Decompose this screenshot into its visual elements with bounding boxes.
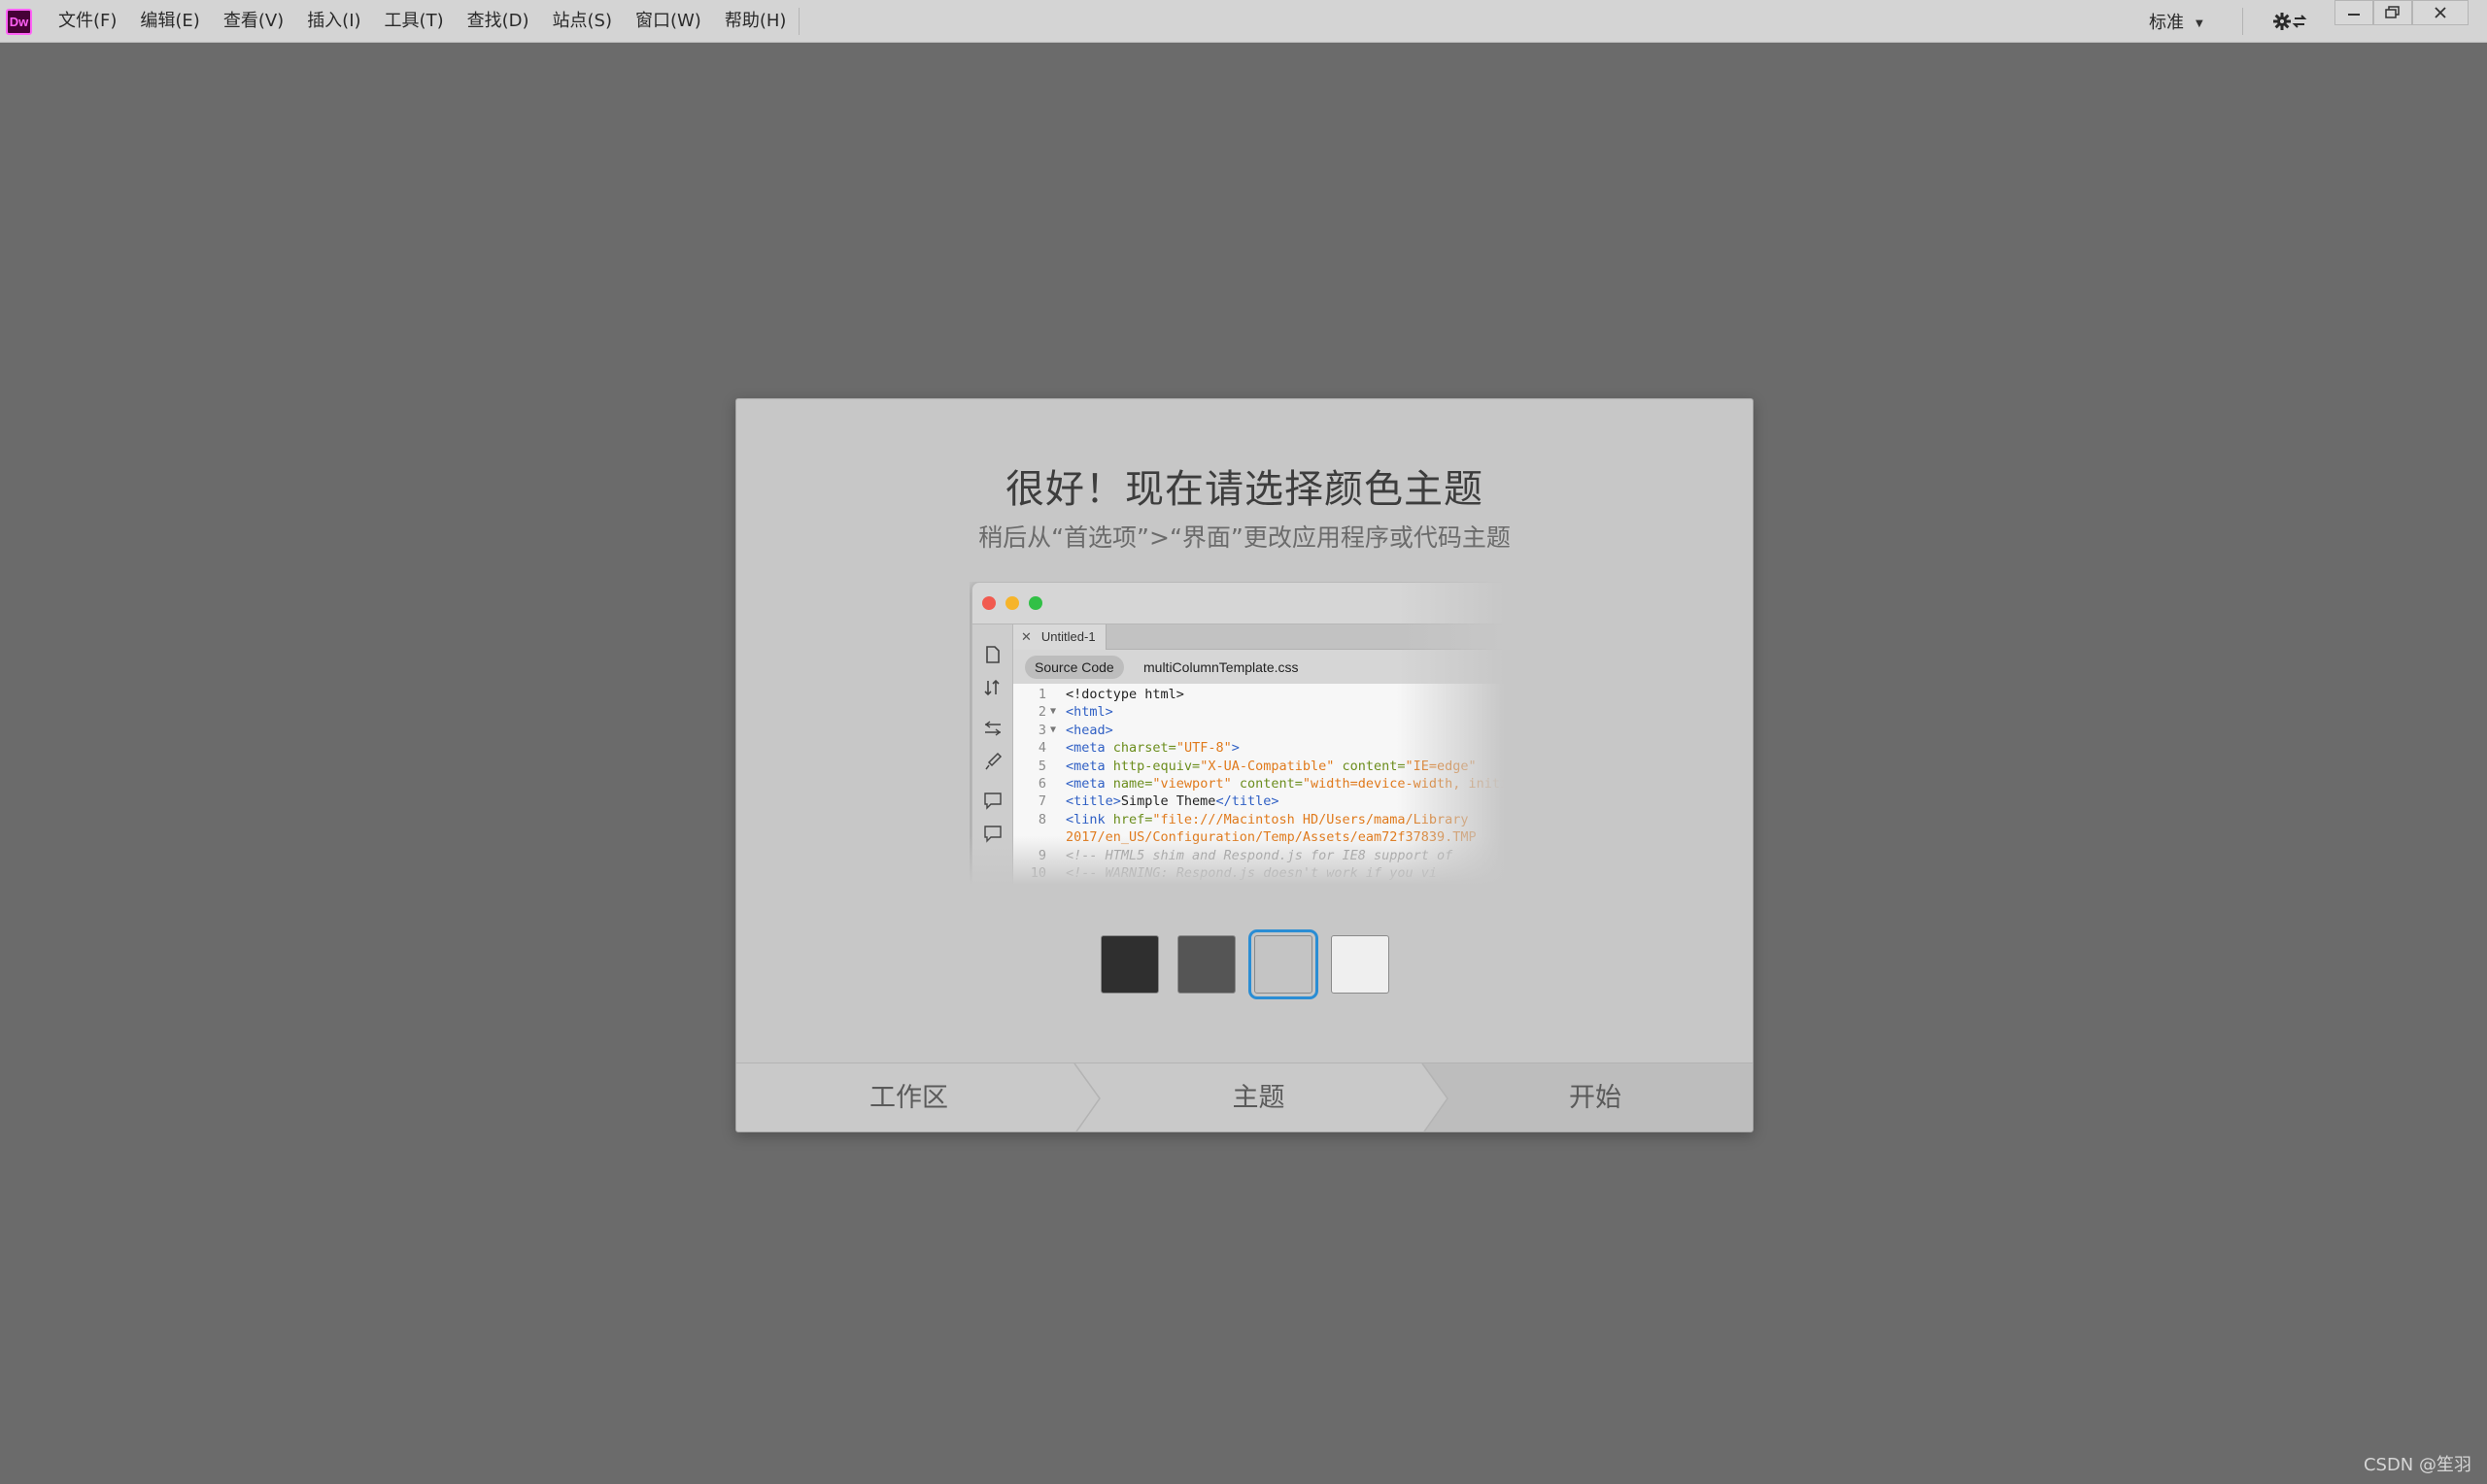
dialog-title: 很好！现在请选择颜色主题 (1005, 467, 1483, 512)
fold-arrow-icon (1046, 775, 1060, 793)
line-number: 4 (1038, 740, 1046, 757)
menu-site[interactable]: 站点(S) (541, 0, 624, 43)
theme-swatch-darkest[interactable] (1101, 935, 1159, 994)
line-number: 2 (1038, 704, 1046, 721)
menu-file[interactable]: 文件(F) (47, 0, 128, 43)
watermark: CSDN @笙羽 (2363, 1455, 2471, 1475)
code-text: <link href="file:///Macintosh HD/Users/m… (1066, 811, 1469, 827)
code-text: <meta charset="UTF-8"> (1066, 740, 1240, 757)
line-number: 9 (1038, 847, 1046, 863)
line-number: 8 (1038, 811, 1046, 827)
menu-find[interactable]: 查找(D) (456, 0, 541, 43)
fold-arrow-icon: ▼ (1049, 724, 1057, 735)
preview-css-file-tab: multiColumnTemplate.css (1143, 659, 1299, 675)
line-number: 10 (1030, 864, 1046, 881)
sort-icon (984, 679, 1000, 696)
comment-icon (984, 793, 1002, 810)
theme-swatch-dark[interactable] (1177, 935, 1236, 994)
menu-window[interactable]: 窗口(W) (624, 0, 713, 43)
code-text: <!-- HTML5 shim and Respond.js for IE8 s… (1066, 847, 1453, 863)
code-line: 2 ▼ <html> (1013, 703, 1514, 721)
preview-tabbar: ✕ Untitled-1 (1013, 624, 1514, 650)
line-number: 1 (1038, 687, 1046, 702)
gear-sync-icon[interactable] (2271, 10, 2310, 33)
fold-arrow-icon (1046, 758, 1060, 775)
code-line: 9 <!-- HTML5 shim and Respond.js for IE8 … (1013, 847, 1514, 864)
menu-insert[interactable]: 插入(I) (295, 0, 372, 43)
fold-arrow-icon: ▼ (1049, 706, 1057, 718)
code-text: <!doctype html> (1066, 687, 1184, 702)
code-text: 2017/en_US/Configuration/Temp/Assets/eam… (1066, 829, 1477, 846)
fold-arrow-icon (1046, 686, 1060, 703)
close-dot-icon (982, 596, 996, 610)
line-number (1013, 828, 1046, 846)
minimize-icon (2348, 14, 2360, 16)
code-line: 3 ▼ <head> (1013, 722, 1514, 739)
setup-steps: 工作区 主题 开始 (736, 1062, 1753, 1131)
code-line: 10 <!-- WARNING: Respond.js doesn't work … (1013, 864, 1514, 882)
fold-arrow-icon (1046, 847, 1060, 864)
minimize-button[interactable] (2334, 0, 2373, 25)
fold-arrow-icon (1046, 864, 1060, 882)
restore-button[interactable] (2373, 0, 2412, 25)
preview-toolstrip (972, 624, 1013, 885)
theme-setup-dialog: 很好！现在请选择颜色主题 稍后从“首选项”>“界面”更改应用程序或代码主题 ✕ U… (735, 398, 1754, 1132)
expand-icon (984, 721, 1002, 736)
restore-icon (2385, 6, 2400, 18)
fold-arrow-icon (1046, 811, 1060, 828)
code-line: 6 <meta name="viewport" content="width=de… (1013, 775, 1514, 793)
code-line: 2017/en_US/Configuration/Temp/Assets/eam… (1013, 828, 1514, 846)
zoom-dot-icon (1029, 596, 1042, 610)
step-theme[interactable]: 主题 (1086, 1063, 1431, 1131)
close-button[interactable] (2412, 0, 2469, 25)
workspace-label: 标准 (2149, 13, 2184, 33)
preview-code-editor: 1 <!doctype html> 2 ▼ <html> 3 ▼ <head> 4 <meta c… (1013, 684, 1514, 885)
preview-window: ✕ Untitled-1 Source Code multiColumnTempl… (971, 582, 1514, 885)
theme-preview: ✕ Untitled-1 Source Code multiColumnTempl… (970, 582, 1514, 885)
comment-remove-icon (984, 826, 1002, 843)
close-icon: ✕ (1021, 629, 1032, 644)
code-text: <meta name="viewport" content="width=dev… (1066, 775, 1514, 792)
code-text: <meta http-equiv="X-UA-Compatible" conte… (1066, 758, 1477, 774)
code-line: 5 <meta http-equiv="X-UA-Compatible" cont… (1013, 758, 1514, 775)
menu-edit[interactable]: 编辑(E) (128, 0, 211, 43)
code-text: <title>Simple Theme</title> (1066, 793, 1279, 810)
menu-view[interactable]: 查看(V) (212, 0, 295, 43)
main-menu: 文件(F) 编辑(E) 查看(V) 插入(I) 工具(T) 查找(D) 站点(S… (47, 0, 798, 43)
preview-source-code-tab: Source Code (1025, 656, 1124, 679)
chevron-down-icon: ▼ (2196, 17, 2203, 29)
preview-related-files-bar: Source Code multiColumnTemplate.css (1013, 651, 1514, 684)
file-icon (986, 646, 1000, 663)
fold-arrow-icon (1046, 793, 1060, 810)
code-text: <html> (1066, 704, 1113, 721)
fold-arrow-icon (1046, 828, 1060, 846)
menu-divider (799, 8, 800, 35)
code-line: 7 <title>Simple Theme</title> (1013, 793, 1514, 810)
dialog-subtitle: 稍后从“首选项”>“界面”更改应用程序或代码主题 (978, 523, 1511, 552)
theme-swatch-light[interactable] (1248, 929, 1318, 999)
fold-arrow-icon (1046, 739, 1060, 757)
code-line: 4 <meta charset="UTF-8"> (1013, 739, 1514, 757)
line-number: 5 (1038, 758, 1046, 774)
code-text: <head> (1066, 722, 1113, 738)
close-icon (2435, 7, 2446, 18)
dreamweaver-logo-icon[interactable]: Dw (6, 9, 32, 35)
theme-swatch-lightest[interactable] (1331, 935, 1389, 994)
code-line: 8 <link href="file:///Macintosh HD/Users/… (1013, 811, 1514, 828)
menu-help[interactable]: 帮助(H) (713, 0, 799, 43)
toolbar-divider (2242, 8, 2243, 35)
preview-tab: ✕ Untitled-1 (1013, 624, 1107, 650)
minimize-dot-icon (1005, 596, 1019, 610)
step-workspace[interactable]: 工作区 (736, 1063, 1081, 1131)
line-number: 7 (1038, 793, 1046, 810)
brush-icon (985, 752, 1003, 770)
menu-tools[interactable]: 工具(T) (373, 0, 456, 43)
step-start-button[interactable]: 开始 (1436, 1063, 1753, 1131)
line-number: 6 (1038, 775, 1046, 792)
menu-bar: Dw 文件(F) 编辑(E) 查看(V) 插入(I) 工具(T) 查找(D) 站… (0, 0, 2487, 43)
code-line: 1 <!doctype html> (1013, 686, 1514, 703)
code-text: <!-- WARNING: Respond.js doesn't work if… (1066, 864, 1438, 881)
line-number: 3 (1038, 722, 1046, 738)
workspace-selector[interactable]: 标准 ▼ (2149, 0, 2203, 43)
